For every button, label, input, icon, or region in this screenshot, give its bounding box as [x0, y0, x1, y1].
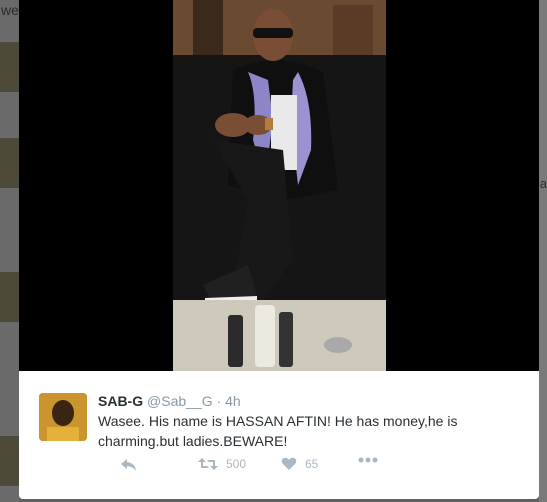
media-lightbox: SAB-G @Sab__G · 4h Wasee. His name is HA…	[19, 0, 539, 502]
tweet-author[interactable]: SAB-G @Sab__G · 4h	[98, 393, 241, 409]
background-thumbnail	[0, 42, 20, 92]
separator-dot: ·	[216, 393, 222, 409]
background-thumbnail	[0, 138, 20, 188]
background-text: a	[539, 176, 547, 191]
more-button[interactable]	[358, 457, 378, 463]
background-right-edge	[539, 0, 547, 502]
tweet-timestamp[interactable]: 4h	[225, 393, 241, 409]
reply-button[interactable]	[120, 457, 138, 473]
background-thumbnail	[0, 436, 20, 486]
heart-icon	[281, 457, 297, 470]
author-handle[interactable]: @Sab__G	[147, 393, 213, 409]
more-icon	[358, 457, 378, 463]
retweet-count: 500	[226, 457, 247, 471]
like-count: 65	[305, 457, 319, 471]
retweet-button[interactable]: 500	[198, 457, 246, 471]
avatar[interactable]	[39, 393, 87, 441]
background-thumbnail	[0, 272, 20, 322]
tweet-text: Wasee. His name is HASSAN AFTIN! He has …	[98, 413, 458, 449]
like-button[interactable]: 65	[281, 457, 318, 471]
reply-icon	[121, 459, 136, 471]
retweet-icon	[198, 458, 218, 470]
tweet-actions: 500 65	[98, 457, 398, 477]
author-name[interactable]: SAB-G	[98, 393, 143, 409]
background-text: we	[1, 2, 19, 18]
media-viewer[interactable]	[19, 0, 539, 371]
tweet-card: SAB-G @Sab__G · 4h Wasee. His name is HA…	[19, 371, 539, 499]
tweet-photo[interactable]	[173, 0, 386, 371]
